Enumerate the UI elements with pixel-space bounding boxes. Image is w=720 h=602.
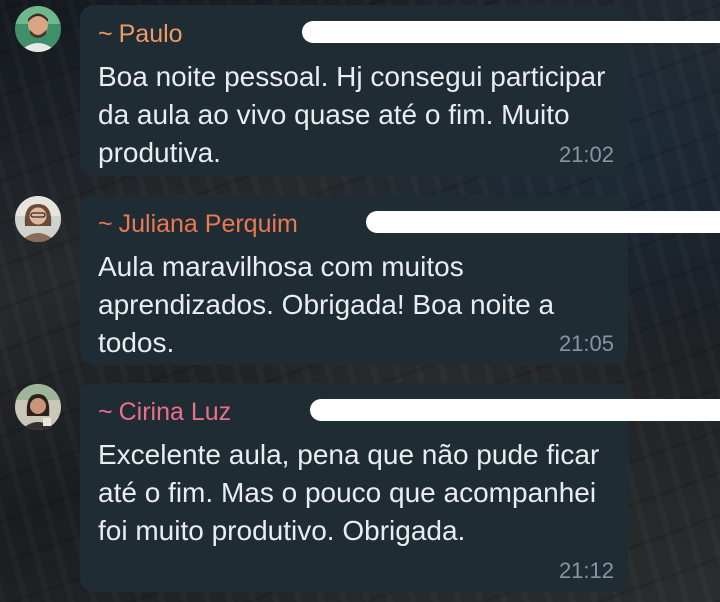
sender-label: Paulo	[118, 20, 183, 48]
sender-prefix: ~	[98, 20, 113, 48]
message-time: 21:05	[558, 331, 614, 356]
avatar[interactable]	[15, 196, 61, 242]
profile-photo-woman-icon	[15, 384, 61, 430]
redacted-phone-bar	[366, 211, 720, 233]
message-text: Excelente aula, pena que não pude ficar …	[98, 439, 600, 546]
message-time: 21:02	[558, 142, 614, 167]
avatar[interactable]	[15, 6, 61, 52]
sender-prefix: ~	[98, 398, 113, 426]
profile-photo-man-icon	[15, 6, 61, 52]
message-bubble[interactable]: ~ Juliana Perquim Aula maravilhosa com mu…	[80, 195, 720, 365]
redacted-phone-bar	[310, 399, 720, 421]
message-bubble[interactable]: ~ Cirina Luz Excelente aula, pena que não…	[80, 383, 720, 592]
message-bubble[interactable]: ~ Paulo Boa noite pessoal. Hj consegui pa…	[80, 5, 720, 176]
sender-label: Juliana Perquim	[118, 210, 298, 238]
message-text: Boa noite pessoal. Hj consegui participa…	[98, 61, 606, 168]
avatar[interactable]	[15, 384, 61, 430]
profile-photo-woman-icon	[15, 196, 61, 242]
redacted-phone-bar	[302, 21, 720, 43]
sender-prefix: ~	[98, 210, 113, 238]
message-text: Aula maravilhosa com muitos aprendizados…	[98, 251, 555, 358]
sender-label: Cirina Luz	[118, 398, 232, 426]
message-time: 21:12	[558, 558, 614, 583]
